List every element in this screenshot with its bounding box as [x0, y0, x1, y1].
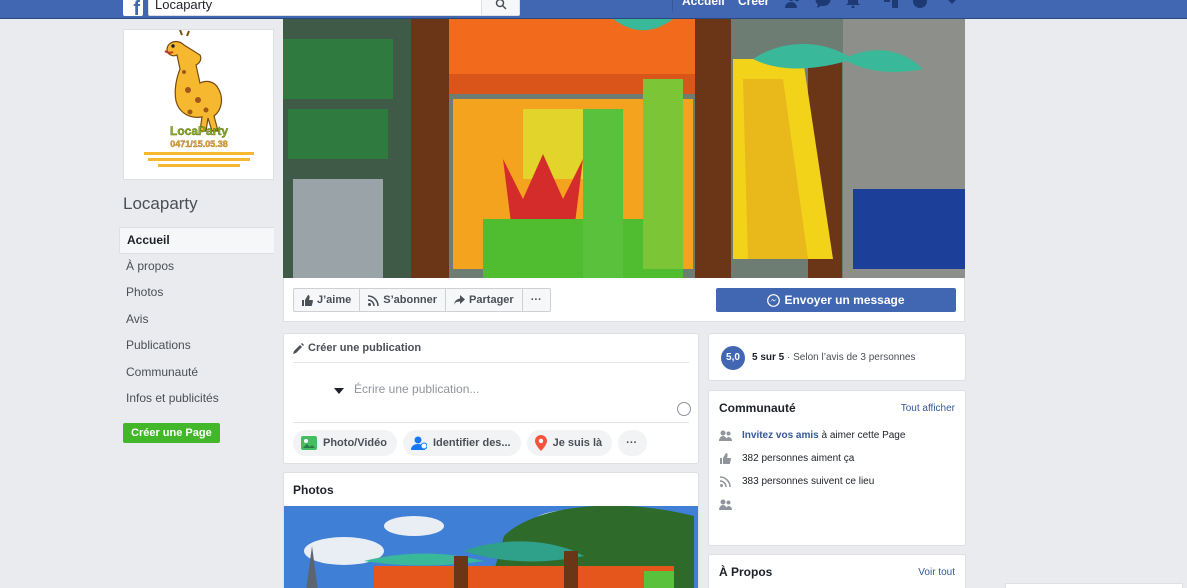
share-arrow-icon — [454, 294, 466, 306]
page-name: Locaparty — [123, 194, 198, 213]
profile-picture[interactable]: LocaParty 0471/15.05.38 — [123, 29, 274, 180]
community-title: Communauté — [719, 401, 796, 415]
facebook-logo-icon[interactable]: f — [123, 0, 143, 16]
thumbs-up-icon — [302, 294, 313, 306]
left-nav-posts[interactable]: Publications — [119, 333, 274, 360]
search-button[interactable] — [481, 0, 519, 15]
cover-image-bouncy-castle — [283, 19, 965, 278]
emoji-icon[interactable] — [677, 402, 691, 416]
people-icon — [719, 430, 732, 441]
nav-home-link[interactable]: Accueil — [682, 0, 725, 8]
location-pin-icon — [534, 435, 547, 451]
pencil-icon — [293, 343, 304, 354]
page-action-buttons: J’aime S’abonner Partager ··· — [293, 288, 551, 312]
search-box — [148, 0, 520, 16]
cover-action-bar: J’aime S’abonner Partager ··· Envoyer un… — [283, 278, 965, 322]
tag-friends-label: Identifier des... — [432, 437, 511, 449]
follow-button[interactable]: S’abonner — [360, 289, 447, 311]
friend-requests-icon[interactable] — [785, 0, 801, 8]
photo-video-button[interactable]: Photo/Vidéo — [293, 430, 397, 456]
friends-row — [719, 499, 742, 510]
post-text-input[interactable] — [354, 382, 654, 396]
messenger-icon[interactable] — [815, 0, 831, 8]
nav-create-link[interactable]: Créer — [738, 0, 769, 8]
audience-caret-icon[interactable] — [334, 388, 344, 394]
follows-row: 383 personnes suivent ce lieu — [719, 476, 874, 487]
left-nav-about[interactable]: À propos — [119, 254, 274, 281]
more-dots-icon: ··· — [530, 294, 542, 306]
create-post-header[interactable]: Créer une publication — [293, 342, 689, 363]
more-dots-icon: ··· — [626, 437, 638, 449]
like-label: J’aime — [317, 294, 352, 306]
create-post-title: Créer une publication — [308, 342, 422, 354]
about-title: À Propos — [719, 565, 773, 579]
photos-title[interactable]: Photos — [293, 483, 334, 497]
check-in-label: Je suis là — [552, 437, 603, 449]
left-nav-info-ads[interactable]: Infos et publicités — [119, 386, 274, 413]
rss-icon — [368, 294, 379, 306]
likes-count-text: 382 personnes aiment ça — [742, 453, 855, 464]
messenger-icon — [767, 293, 781, 307]
help-icon[interactable] — [912, 0, 928, 8]
photo-video-label: Photo/Vidéo — [323, 437, 387, 449]
more-options-button[interactable]: ··· — [523, 289, 550, 311]
photo-bouncy-castle-outdoor — [284, 506, 698, 588]
tag-friends-button[interactable]: Identifier des... — [402, 430, 521, 456]
community-see-all-link[interactable]: Tout afficher — [901, 403, 955, 414]
rating-label: 5 sur 5 — [752, 352, 785, 363]
rss-icon — [719, 476, 731, 487]
tag-people-icon — [410, 436, 427, 450]
photo-thumbnail[interactable] — [284, 506, 698, 588]
rating-score-badge: 5,0 — [721, 346, 745, 370]
search-input[interactable] — [149, 0, 469, 15]
share-label: Partager — [469, 294, 514, 306]
left-nav-community[interactable]: Communauté — [119, 360, 274, 387]
thumbs-up-icon — [720, 453, 731, 464]
left-nav-photos[interactable]: Photos — [119, 280, 274, 307]
send-message-button[interactable]: Envoyer un message — [716, 288, 956, 312]
create-page-button[interactable]: Créer une Page — [123, 423, 220, 443]
about-see-all-link[interactable]: Voir tout — [918, 567, 955, 578]
left-nav-home[interactable]: Accueil — [119, 227, 274, 254]
top-bar: f Accueil Créer — [0, 0, 1187, 19]
composer-more-button[interactable]: ··· — [618, 430, 648, 456]
left-navigation: Accueil À propos Photos Avis Publication… — [119, 227, 274, 413]
check-in-button[interactable]: Je suis là — [526, 430, 613, 456]
send-message-label: Envoyer un message — [784, 293, 905, 307]
photo-icon — [301, 436, 317, 450]
svg-text:0471/15.05.38: 0471/15.05.38 — [170, 139, 228, 149]
photos-card: Photos — [283, 472, 699, 588]
invite-friends-link[interactable]: Invitez vos amis — [742, 430, 819, 441]
cover-photo[interactable] — [283, 19, 965, 278]
composer-actions: Photo/Vidéo Identifier des... Je suis là… — [293, 430, 653, 456]
about-card: À Propos Voir tout — [708, 554, 966, 588]
chevron-down-icon[interactable] — [944, 0, 960, 8]
quick-help-icon[interactable] — [883, 0, 899, 8]
people-icon — [719, 499, 732, 510]
nav-separator — [672, 0, 673, 12]
right-rail-box — [1005, 583, 1183, 588]
create-post-card: Créer une publication Photo/Vidéo Identi… — [283, 333, 699, 464]
notifications-icon[interactable] — [845, 0, 861, 8]
search-icon — [495, 0, 507, 10]
svg-text:LocaParty: LocaParty — [170, 124, 228, 138]
share-button[interactable]: Partager — [446, 289, 523, 311]
left-nav-reviews[interactable]: Avis — [119, 307, 274, 334]
like-button[interactable]: J’aime — [294, 289, 361, 311]
locaparty-logo: LocaParty 0471/15.05.38 — [124, 30, 273, 179]
composer-divider — [293, 422, 689, 423]
rating-subtext: · Selon l’avis de 3 personnes — [787, 352, 916, 363]
rating-card[interactable]: 5,0 5 sur 5 · Selon l’avis de 3 personne… — [708, 333, 966, 381]
community-card: Communauté Tout afficher Invitez vos ami… — [708, 390, 966, 546]
invite-friends-text: à aimer cette Page — [818, 430, 906, 441]
follows-count-text: 383 personnes suivent ce lieu — [742, 476, 875, 487]
likes-row: 382 personnes aiment ça — [719, 453, 854, 464]
rating-summary: 5 sur 5 · Selon l’avis de 3 personnes — [752, 352, 915, 363]
invite-friends-row: Invitez vos amis à aimer cette Page — [719, 430, 905, 441]
follow-label: S’abonner — [383, 294, 438, 306]
